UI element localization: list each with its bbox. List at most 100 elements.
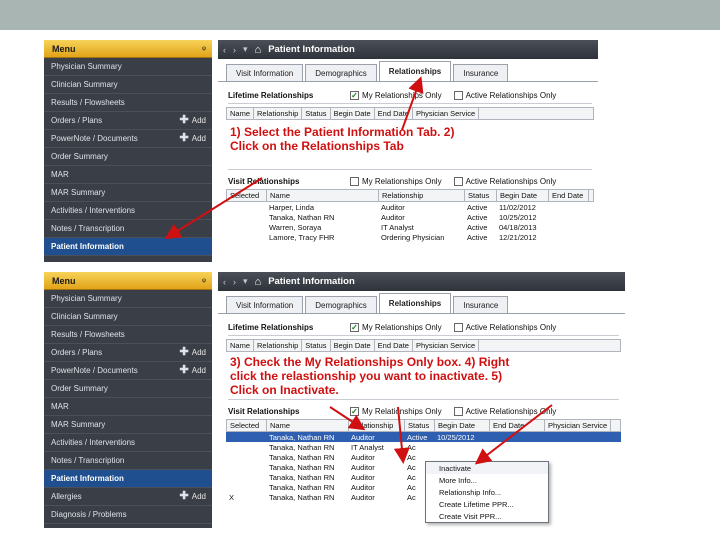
tab-relationships[interactable]: Relationships	[378, 61, 452, 81]
table-row[interactable]: Tanaka, Nathan RN Auditor Ac	[226, 472, 621, 482]
table-row[interactable]: Tanaka, Nathan RN IT Analyst Ac	[226, 442, 621, 452]
table-row[interactable]: Tanaka, Nathan RN Auditor Ac	[226, 482, 621, 492]
pin-icon[interactable]: ᵠ	[202, 44, 206, 54]
home-icon[interactable]: ⌂	[255, 44, 262, 56]
menu-item-orders-plans[interactable]: Orders / Plans ✚ Add	[44, 344, 212, 362]
menu-item-mar-summary[interactable]: MAR Summary	[44, 416, 212, 434]
menu-item-results-flowsheets[interactable]: Results / Flowsheets	[44, 94, 212, 112]
menu-item-more-info[interactable]: More Info...	[426, 474, 548, 486]
active-relationships-only-checkbox[interactable]: Active Relationships Only	[453, 323, 556, 332]
add-button[interactable]: ✚ Add	[180, 115, 206, 126]
col-name[interactable]: Name	[267, 190, 379, 201]
menu-item-notes-transcription[interactable]: Notes / Transcription	[44, 452, 212, 470]
col-status[interactable]: Status	[302, 340, 331, 351]
menu-item-mar-summary[interactable]: MAR Summary	[44, 184, 212, 202]
my-relationships-only-checkbox[interactable]: ✓ My Relationships Only	[350, 323, 442, 332]
tab-visit-information[interactable]: Visit Information	[226, 296, 304, 313]
col-selected[interactable]: Selected	[227, 420, 267, 431]
menu-item-clinician-summary[interactable]: Clinician Summary	[44, 308, 212, 326]
home-icon[interactable]: ⌂	[255, 276, 262, 288]
menu-item-powernote-documents[interactable]: PowerNote / Documents ✚ Add	[44, 130, 212, 148]
col-relationship[interactable]: Relationship	[379, 190, 465, 201]
tab-visit-information[interactable]: Visit Information	[226, 64, 304, 81]
table-row[interactable]: Tanaka, Nathan RN Auditor Active 10/25/2012	[226, 212, 594, 222]
col-physician-service[interactable]: Physician Service	[413, 340, 480, 351]
table-row[interactable]: X Tanaka, Nathan RN Auditor Ac	[226, 492, 621, 502]
back-arrow-icon[interactable]: ‹	[223, 277, 226, 287]
add-button[interactable]: ✚ Add	[180, 133, 206, 144]
visit-my-relationships-only-checkbox[interactable]: ✓ My Relationships Only	[350, 407, 442, 416]
menu-item-patient-information[interactable]: Patient Information	[44, 238, 212, 256]
table-row[interactable]: Tanaka, Nathan RN Auditor Ac	[226, 462, 621, 472]
col-end-date[interactable]: End Date	[549, 190, 589, 201]
visit-active-relationships-only-checkbox[interactable]: Active Relationships Only	[453, 177, 556, 186]
col-end-date[interactable]: End Date	[375, 340, 413, 351]
menu-item-relationship-info[interactable]: Relationship Info...	[426, 486, 548, 498]
menu-item-order-summary[interactable]: Order Summary	[44, 148, 212, 166]
menu-item-mar[interactable]: MAR	[44, 398, 212, 416]
menu-header[interactable]: Menu ᵠ	[44, 40, 212, 58]
tab-insurance[interactable]: Insurance	[453, 64, 509, 81]
menu-item-activities-interventions[interactable]: Activities / Interventions	[44, 202, 212, 220]
active-relationships-only-checkbox[interactable]: Active Relationships Only	[453, 91, 556, 100]
col-physician-service[interactable]: Physician Service	[545, 420, 612, 431]
tab-insurance[interactable]: Insurance	[453, 296, 509, 313]
col-name[interactable]: Name	[267, 420, 349, 431]
menu-item-powernote-documents[interactable]: PowerNote / Documents ✚ Add	[44, 362, 212, 380]
menu-item-results-flowsheets[interactable]: Results / Flowsheets	[44, 326, 212, 344]
my-relationships-only-checkbox[interactable]: ✓ My Relationships Only	[350, 91, 442, 100]
table-row[interactable]: Harper, Linda Auditor Active 11/02/2012	[226, 202, 594, 212]
menu-item-activities-interventions[interactable]: Activities / Interventions	[44, 434, 212, 452]
dropdown-icon[interactable]: ▾	[243, 276, 248, 287]
col-begin-date[interactable]: Begin Date	[497, 190, 549, 201]
col-status[interactable]: Status	[302, 108, 331, 119]
tab-demographics[interactable]: Demographics	[305, 64, 377, 81]
menu-item-inactivate[interactable]: Inactivate	[426, 462, 548, 474]
menu-item-create-lifetime-ppr[interactable]: Create Lifetime PPR...	[426, 498, 548, 510]
menu-item-order-summary[interactable]: Order Summary	[44, 380, 212, 398]
col-name[interactable]: Name	[227, 340, 255, 351]
visit-my-relationships-only-checkbox[interactable]: My Relationships Only	[350, 177, 442, 186]
menu-item-physician-summary[interactable]: Physician Summary	[44, 290, 212, 308]
col-end-date[interactable]: End Date	[375, 108, 413, 119]
menu-item-orders-plans[interactable]: Orders / Plans ✚ Add	[44, 112, 212, 130]
cell-status: Ac	[407, 442, 416, 452]
col-selected[interactable]: Selected	[227, 190, 267, 201]
tab-demographics[interactable]: Demographics	[305, 296, 377, 313]
col-status[interactable]: Status	[465, 190, 497, 201]
tab-relationships[interactable]: Relationships	[378, 293, 452, 313]
back-arrow-icon[interactable]: ‹	[223, 45, 226, 55]
menu-item-mar[interactable]: MAR	[44, 166, 212, 184]
col-begin-date[interactable]: Begin Date	[435, 420, 490, 431]
col-relationship[interactable]: Relationship	[349, 420, 405, 431]
table-row[interactable]: Lamore, Tracy FHR Ordering Physician Activ…	[226, 232, 594, 242]
col-status[interactable]: Status	[405, 420, 435, 431]
menu-item-physician-summary[interactable]: Physician Summary	[44, 58, 212, 76]
menu-item-diagnosis-problems[interactable]: Diagnosis / Problems	[44, 506, 212, 524]
table-row[interactable]: Tanaka, Nathan RN Auditor Ac	[226, 452, 621, 462]
add-button[interactable]: ✚ Add	[180, 365, 206, 376]
add-button[interactable]: ✚ Add	[180, 491, 206, 502]
menu-header[interactable]: Menu ᵠ	[44, 272, 212, 290]
dropdown-icon[interactable]: ▾	[243, 44, 248, 55]
col-relationship[interactable]: Relationship	[254, 108, 303, 119]
menu-item-clinician-summary[interactable]: Clinician Summary	[44, 76, 212, 94]
visit-active-relationships-only-checkbox[interactable]: Active Relationships Only	[453, 407, 556, 416]
col-begin-date[interactable]: Begin Date	[331, 340, 375, 351]
add-button[interactable]: ✚ Add	[180, 347, 206, 358]
cell-status: Active	[407, 432, 428, 442]
col-relationship[interactable]: Relationship	[254, 340, 303, 351]
col-name[interactable]: Name	[227, 108, 255, 119]
forward-arrow-icon[interactable]: ›	[233, 45, 236, 55]
table-row[interactable]: Tanaka, Nathan RN Auditor Active 10/25/2012	[226, 432, 621, 442]
menu-item-create-visit-ppr[interactable]: Create Visit PPR...	[426, 510, 548, 522]
menu-item-notes-transcription[interactable]: Notes / Transcription	[44, 220, 212, 238]
forward-arrow-icon[interactable]: ›	[233, 277, 236, 287]
col-end-date[interactable]: End Date	[490, 420, 545, 431]
table-row[interactable]: Warren, Soraya IT Analyst Active 04/18/2013	[226, 222, 594, 232]
menu-item-allergies[interactable]: Allergies ✚ Add	[44, 488, 212, 506]
col-physician-service[interactable]: Physician Service	[413, 108, 480, 119]
menu-item-patient-information[interactable]: Patient Information	[44, 470, 212, 488]
pin-icon[interactable]: ᵠ	[202, 276, 206, 286]
col-begin-date[interactable]: Begin Date	[331, 108, 375, 119]
